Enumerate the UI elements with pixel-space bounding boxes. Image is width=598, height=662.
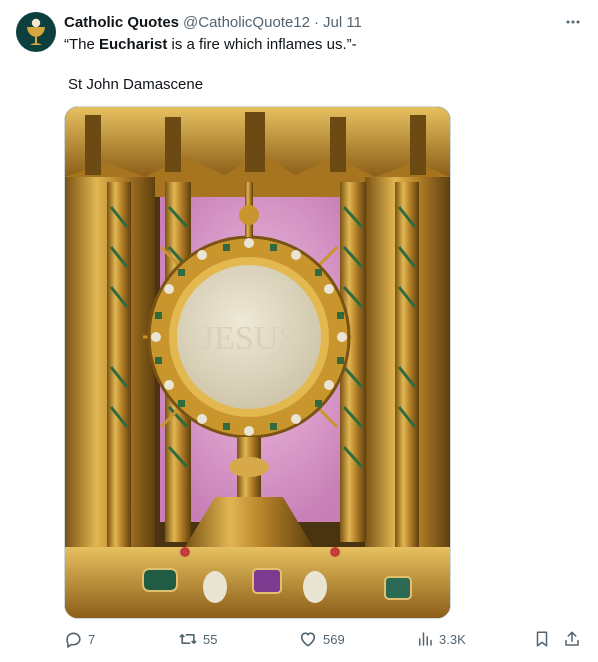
more-button[interactable] — [563, 12, 583, 32]
reply-button[interactable]: 7 — [64, 628, 95, 650]
action-bar: 7 55 569 3.3K — [64, 628, 584, 650]
bookmark-icon — [536, 631, 548, 647]
reply-count: 7 — [88, 631, 96, 647]
views-count: 3.3K — [439, 631, 466, 647]
views-button[interactable]: 3.3K — [416, 628, 466, 650]
quote-rest: is a fire which inflames us.”- — [167, 36, 357, 53]
like-count: 569 — [323, 631, 345, 647]
repost-button[interactable]: 55 — [178, 628, 217, 650]
more-icon — [566, 20, 580, 24]
author-name[interactable]: Catholic Quotes — [64, 14, 179, 31]
tweet-text: “The Eucharist is a fire which inflames … — [64, 35, 584, 95]
avatar[interactable] — [16, 12, 56, 52]
quote-line: “The Eucharist is a fire which inflames … — [64, 35, 584, 55]
host-inscription: JESUS — [201, 320, 297, 357]
attribution: St John Damascene — [68, 76, 204, 93]
monstrance-image: JESUS — [65, 107, 450, 618]
bookmark-button[interactable] — [533, 628, 551, 650]
tweet-image[interactable]: JESUS — [64, 106, 451, 619]
share-button[interactable] — [563, 628, 581, 650]
author-handle[interactable]: @CatholicQuote12 — [183, 14, 310, 31]
like-icon — [300, 632, 316, 647]
separator-dot: · — [313, 13, 319, 31]
share-icon — [565, 631, 579, 646]
like-button[interactable]: 569 — [298, 628, 345, 650]
repost-count: 55 — [203, 631, 218, 647]
quote-open: “The — [64, 36, 100, 53]
views-icon — [419, 632, 432, 646]
tweet-date[interactable]: Jul 11 — [323, 14, 362, 31]
repost-icon — [179, 634, 197, 644]
reply-icon — [66, 632, 81, 648]
tweet-header: Catholic Quotes @CatholicQuote12 · Jul 1… — [64, 12, 584, 32]
quote-bold: Eucharist — [99, 36, 168, 53]
chalice-icon — [27, 18, 45, 45]
